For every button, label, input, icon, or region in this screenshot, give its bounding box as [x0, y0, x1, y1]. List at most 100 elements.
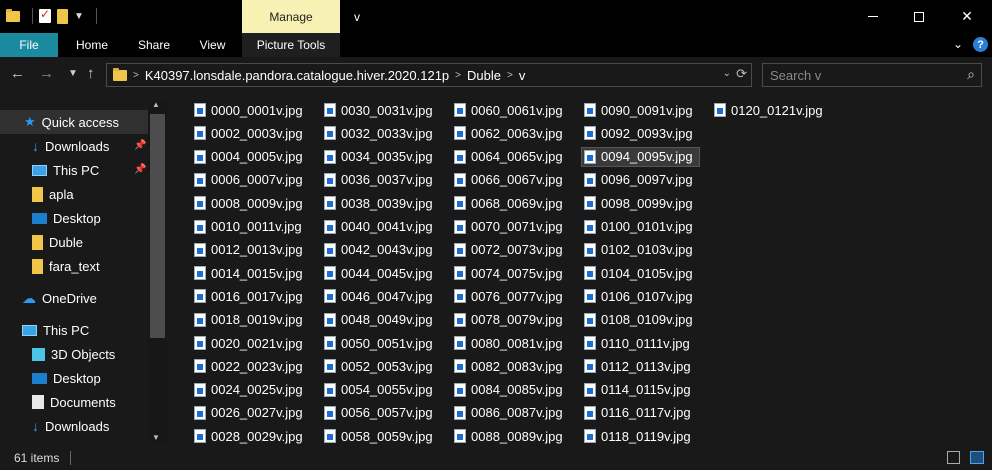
customize-toolbar-chevron-icon[interactable]: ▼ [74, 11, 84, 22]
file-item[interactable]: 0116_0117v.jpg [582, 403, 697, 423]
expand-ribbon-chevron-icon[interactable]: ⌄ [953, 37, 963, 51]
file-item[interactable]: 0048_0049v.jpg [322, 310, 439, 330]
file-item[interactable]: 0056_0057v.jpg [322, 403, 439, 423]
file-item[interactable]: 0030_0031v.jpg [322, 100, 439, 120]
file-item[interactable]: 0082_0083v.jpg [452, 356, 569, 376]
file-item[interactable]: 0072_0073v.jpg [452, 240, 569, 260]
sidebar-item-downloads[interactable]: ↓ Downloads [32, 134, 109, 158]
sidebar-item-fara-text[interactable]: fara_text [32, 254, 100, 278]
breadcrumb-separator-icon[interactable]: > [133, 70, 139, 81]
file-item[interactable]: 0036_0037v.jpg [322, 170, 439, 190]
breadcrumb-separator-icon[interactable]: > [507, 70, 513, 81]
file-item[interactable]: 0020_0021v.jpg [192, 333, 309, 353]
sidebar-item-downloads-pc[interactable]: ↓ Downloads [32, 414, 109, 438]
address-bar[interactable]: > K40397.lonsdale.pandora.catalogue.hive… [106, 63, 752, 87]
file-item[interactable]: 0078_0079v.jpg [452, 310, 569, 330]
sidebar-item-quick-access[interactable]: ★ Quick access [0, 110, 148, 134]
file-item[interactable]: 0010_0011v.jpg [192, 217, 308, 237]
file-item[interactable]: 0058_0059v.jpg [322, 426, 439, 446]
file-item[interactable]: 0062_0063v.jpg [452, 123, 569, 143]
file-item[interactable]: 0032_0033v.jpg [322, 123, 439, 143]
maximize-button[interactable] [896, 0, 942, 33]
file-item[interactable]: 0022_0023v.jpg [192, 356, 309, 376]
minimize-button[interactable] [850, 0, 896, 33]
file-item[interactable]: 0074_0075v.jpg [452, 263, 569, 283]
back-arrow-icon[interactable]: ← [10, 65, 25, 82]
file-item[interactable]: 0046_0047v.jpg [322, 286, 439, 306]
search-icon[interactable]: ⌕ [967, 66, 975, 83]
scroll-down-icon[interactable]: ▼ [152, 433, 160, 442]
sidebar-item-this-pc[interactable]: This PC [22, 318, 89, 342]
file-item[interactable]: 0004_0005v.jpg [192, 147, 309, 167]
file-item[interactable]: 0054_0055v.jpg [322, 380, 439, 400]
tab-picture-tools[interactable]: Picture Tools [242, 33, 340, 57]
sidebar-item-this-pc-pinned[interactable]: This PC [32, 158, 99, 182]
file-item[interactable]: 0110_0111v.jpg [582, 333, 696, 353]
file-item[interactable]: 0060_0061v.jpg [452, 100, 569, 120]
file-item[interactable]: 0098_0099v.jpg [582, 193, 699, 213]
refresh-icon[interactable]: ⟳ [736, 66, 747, 82]
file-item[interactable]: 0104_0105v.jpg [582, 263, 699, 283]
file-item[interactable]: 0044_0045v.jpg [322, 263, 439, 283]
sidebar-item-duble[interactable]: Duble [32, 230, 83, 254]
breadcrumb-root[interactable]: K40397.lonsdale.pandora.catalogue.hiver.… [145, 68, 449, 83]
forward-arrow-icon[interactable]: → [39, 65, 54, 82]
breadcrumb-separator-icon[interactable]: > [455, 70, 461, 81]
breadcrumb-v[interactable]: v [519, 68, 526, 83]
sidebar-item-desktop[interactable]: Desktop [32, 366, 101, 390]
file-item[interactable]: 0006_0007v.jpg [192, 170, 309, 190]
file-item[interactable]: 0096_0097v.jpg [582, 170, 699, 190]
file-item[interactable]: 0118_0119v.jpg [582, 426, 697, 446]
sidebar-item-desktop-quick[interactable]: Desktop [32, 206, 101, 230]
sidebar-item-3d-objects[interactable]: 3D Objects [32, 342, 115, 366]
file-item[interactable]: 0084_0085v.jpg [452, 380, 569, 400]
tab-share[interactable]: Share [126, 33, 182, 57]
tab-view[interactable]: View [185, 33, 240, 57]
file-item[interactable]: 0016_0017v.jpg [192, 286, 309, 306]
file-item[interactable]: 0114_0115v.jpg [582, 380, 697, 400]
large-icons-view-icon[interactable] [970, 451, 984, 464]
file-item[interactable]: 0120_0121v.jpg [712, 100, 829, 120]
close-button[interactable]: ✕ [944, 0, 990, 33]
help-icon[interactable]: ? [973, 37, 988, 52]
search-input[interactable]: Search v ⌕ [762, 63, 982, 87]
file-item[interactable]: 0012_0013v.jpg [192, 240, 309, 260]
file-item[interactable]: 0038_0039v.jpg [322, 193, 439, 213]
file-item[interactable]: 0076_0077v.jpg [452, 286, 569, 306]
navigation-scrollbar[interactable]: ▲ ▼ [148, 100, 167, 444]
file-item[interactable]: 0050_0051v.jpg [322, 333, 439, 353]
file-item[interactable]: 0066_0067v.jpg [452, 170, 569, 190]
file-item[interactable]: 0042_0043v.jpg [322, 240, 439, 260]
file-item[interactable]: 0088_0089v.jpg [452, 426, 569, 446]
file-item[interactable]: 0112_0113v.jpg [582, 356, 697, 376]
file-item[interactable]: 0018_0019v.jpg [192, 310, 309, 330]
tab-manage[interactable]: Manage [242, 0, 340, 33]
file-item[interactable]: 0100_0101v.jpg [582, 217, 699, 237]
scroll-up-icon[interactable]: ▲ [152, 100, 160, 109]
file-item[interactable]: 0000_0001v.jpg [192, 100, 309, 120]
up-arrow-icon[interactable]: ↑ [87, 65, 95, 82]
file-item[interactable]: 0070_0071v.jpg [452, 217, 569, 237]
file-item[interactable]: 0002_0003v.jpg [192, 123, 309, 143]
file-item[interactable]: 0026_0027v.jpg [192, 403, 309, 423]
file-item[interactable]: 0064_0065v.jpg [452, 147, 569, 167]
properties-icon[interactable] [39, 7, 51, 23]
new-folder-icon[interactable] [57, 8, 68, 24]
recent-locations-chevron-icon[interactable]: ▼ [68, 68, 78, 79]
file-item[interactable]: 0108_0109v.jpg [582, 310, 699, 330]
sidebar-item-onedrive[interactable]: ☁ OneDrive [22, 286, 97, 310]
tab-file[interactable]: File [0, 33, 58, 57]
file-item[interactable]: 0080_0081v.jpg [452, 333, 569, 353]
breadcrumb-duble[interactable]: Duble [467, 68, 501, 83]
sidebar-item-documents[interactable]: Documents [32, 390, 116, 414]
file-item[interactable]: 0068_0069v.jpg [452, 193, 569, 213]
file-item[interactable]: 0034_0035v.jpg [322, 147, 439, 167]
address-history-chevron-icon[interactable]: ⌄ [723, 68, 731, 79]
file-item[interactable]: 0086_0087v.jpg [452, 403, 569, 423]
file-item[interactable]: 0090_0091v.jpg [582, 100, 699, 120]
file-item[interactable]: 0040_0041v.jpg [322, 217, 439, 237]
file-item[interactable]: 0028_0029v.jpg [192, 426, 309, 446]
file-item[interactable]: 0092_0093v.jpg [582, 123, 699, 143]
tab-home[interactable]: Home [63, 33, 121, 57]
file-item[interactable]: 0052_0053v.jpg [322, 356, 439, 376]
